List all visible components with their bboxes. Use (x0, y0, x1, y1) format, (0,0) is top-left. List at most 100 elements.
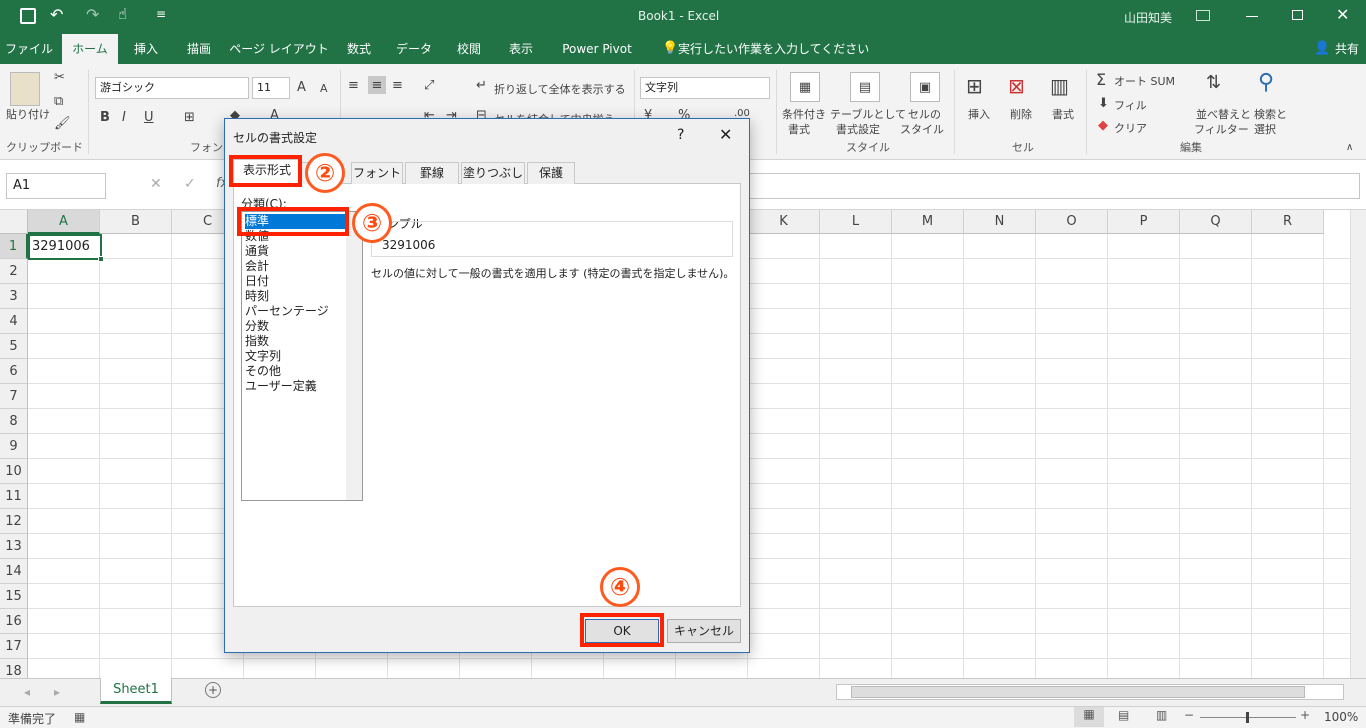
paste-button[interactable]: 貼り付け (6, 106, 50, 122)
row-header[interactable]: 8 (0, 409, 28, 434)
align-top-icon[interactable]: ≡ (348, 78, 359, 93)
tab-page-layout[interactable]: ページ レイアウト (228, 34, 330, 64)
zoom-slider-thumb[interactable] (1246, 712, 1249, 723)
confirm-entry-icon[interactable]: ✓ (184, 176, 196, 192)
category-item[interactable]: 文字列 (245, 349, 281, 364)
restore-icon[interactable] (1292, 10, 1303, 20)
category-item[interactable]: 通貨 (245, 244, 269, 259)
cell-styles-line1[interactable]: セルの (908, 106, 941, 122)
clear-button[interactable]: クリア (1114, 120, 1147, 136)
zoom-slider[interactable] (1200, 712, 1296, 723)
category-item[interactable]: ユーザー定義 (245, 379, 317, 394)
autosum-button[interactable]: オート SUM (1114, 73, 1175, 89)
orientation-icon[interactable]: ⤢ (424, 78, 434, 93)
column-header[interactable]: P (1108, 210, 1180, 234)
tab-view[interactable]: 表示 (498, 34, 544, 64)
dialog-tab-font[interactable]: フォント (351, 162, 403, 184)
row-header[interactable]: 12 (0, 509, 28, 534)
row-header[interactable]: 4 (0, 309, 28, 334)
user-name[interactable]: 山田知美 (1124, 9, 1172, 26)
macro-record-icon[interactable]: ▦ (74, 710, 85, 724)
dialog-help-button[interactable]: ? (677, 127, 684, 143)
table-format-line2[interactable]: 書式設定 (836, 121, 880, 137)
row-header[interactable]: 5 (0, 334, 28, 359)
category-item[interactable]: 日付 (245, 274, 269, 289)
category-item[interactable]: パーセンテージ (245, 304, 329, 319)
row-header[interactable]: 13 (0, 534, 28, 559)
insert-cells-button[interactable]: 挿入 (968, 106, 990, 122)
autosum-icon[interactable]: Σ (1096, 70, 1106, 89)
shrink-font-icon[interactable]: A (320, 82, 328, 95)
cancel-button[interactable]: キャンセル (667, 619, 741, 643)
dialog-close-icon[interactable]: ✕ (719, 125, 732, 144)
column-header[interactable]: O (1036, 210, 1108, 234)
sheet-tab-sheet1[interactable]: Sheet1 (100, 678, 172, 704)
table-format-line1[interactable]: テーブルとして (830, 106, 906, 122)
ribbon-display-icon[interactable] (1196, 10, 1210, 21)
find-select-line1[interactable]: 検索と (1254, 106, 1287, 122)
borders-icon[interactable]: ⊞ (184, 110, 195, 125)
row-header[interactable]: 17 (0, 634, 28, 659)
column-header[interactable]: N (964, 210, 1036, 234)
sort-filter-line1[interactable]: 並べ替えと (1196, 106, 1251, 122)
paste-icon[interactable] (10, 72, 40, 106)
row-header[interactable]: 6 (0, 359, 28, 384)
tab-data[interactable]: データ (388, 34, 440, 64)
fill-icon[interactable]: ⬇ (1098, 96, 1109, 111)
dialog-tab-border[interactable]: 罫線 (405, 162, 459, 184)
undo-icon[interactable]: ↶ (50, 5, 63, 24)
page-break-view-icon[interactable]: ▥ (1156, 708, 1167, 722)
fill-handle[interactable] (98, 256, 104, 262)
tab-home[interactable]: ホーム (62, 34, 118, 64)
vertical-scrollbar[interactable] (1350, 210, 1366, 678)
row-header[interactable]: 18 (0, 659, 28, 678)
customize-qat-icon[interactable]: ≡ (156, 7, 166, 21)
row-header[interactable]: 3 (0, 284, 28, 309)
column-header[interactable]: A (28, 210, 100, 234)
dialog-tab-protection[interactable]: 保護 (527, 162, 575, 184)
find-select-icon[interactable]: ⚲ (1258, 70, 1274, 95)
category-item[interactable]: 時刻 (245, 289, 269, 304)
select-all-corner[interactable] (0, 210, 28, 234)
category-item[interactable]: 指数 (245, 334, 269, 349)
column-header[interactable]: M (892, 210, 964, 234)
fill-button[interactable]: フィル (1114, 97, 1147, 113)
cut-icon[interactable]: ✂ (54, 70, 65, 85)
horizontal-scrollbar[interactable] (836, 684, 1344, 700)
category-item[interactable]: 分数 (245, 319, 269, 334)
underline-icon[interactable]: U (144, 110, 154, 125)
minimize-icon[interactable] (1246, 16, 1258, 17)
cell-styles-line2[interactable]: スタイル (900, 121, 944, 137)
tab-draw[interactable]: 描画 (176, 34, 222, 64)
tell-me-search[interactable]: 実行したい作業を入力してください (678, 34, 869, 64)
wrap-text-button[interactable]: 折り返して全体を表示する (494, 81, 626, 97)
font-size-combo[interactable]: 11 (252, 77, 290, 99)
dialog-tab-fill[interactable]: 塗りつぶし (461, 162, 525, 184)
number-format-combo[interactable]: 文字列 (640, 77, 770, 99)
column-header[interactable]: K (748, 210, 820, 234)
cell-styles-icon[interactable]: ▣ (910, 72, 940, 102)
zoom-in-icon[interactable]: + (1300, 708, 1310, 722)
delete-cells-icon[interactable]: ⊠ (1008, 74, 1025, 98)
italic-icon[interactable]: I (122, 110, 126, 125)
wrap-text-icon[interactable]: ↵ (476, 78, 487, 93)
name-box[interactable]: A1 (6, 173, 106, 199)
row-header[interactable]: 9 (0, 434, 28, 459)
conditional-format-icon[interactable]: ▦ (790, 72, 820, 102)
row-header[interactable]: 14 (0, 559, 28, 584)
font-name-combo[interactable]: 游ゴシック (95, 77, 249, 99)
insert-cells-icon[interactable]: ⊞ (966, 74, 983, 98)
category-item[interactable]: その他 (245, 364, 281, 379)
close-icon[interactable]: ✕ (1336, 5, 1349, 24)
clear-icon[interactable]: ◆ (1098, 118, 1108, 133)
grow-font-icon[interactable]: A (297, 80, 306, 95)
cond-format-line1[interactable]: 条件付き (782, 106, 826, 122)
tab-formulas[interactable]: 数式 (336, 34, 382, 64)
tab-file[interactable]: ファイル (0, 34, 58, 64)
format-table-icon[interactable]: ▤ (850, 72, 880, 102)
column-header[interactable]: B (100, 210, 172, 234)
redo-icon[interactable]: ↷ (86, 5, 99, 24)
tab-power-pivot[interactable]: Power Pivot (552, 34, 642, 64)
column-header[interactable]: Q (1180, 210, 1252, 234)
bold-icon[interactable]: B (100, 110, 110, 125)
